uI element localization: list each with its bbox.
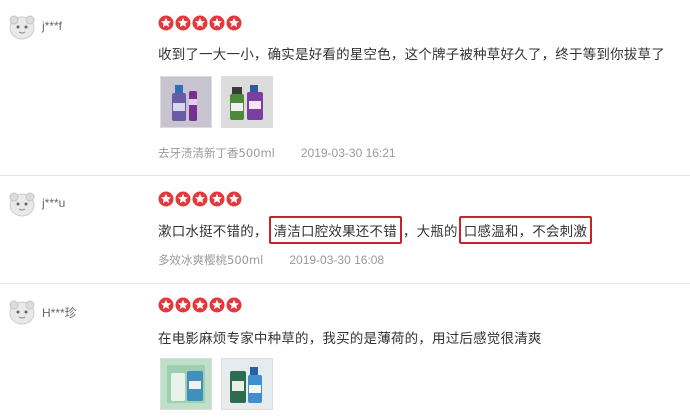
star-icon: [175, 15, 191, 31]
username[interactable]: H***珍: [42, 304, 77, 321]
star-icon: [226, 297, 242, 313]
review-photo[interactable]: [160, 358, 212, 410]
review-photo[interactable]: [221, 358, 273, 410]
username[interactable]: j***f: [42, 19, 62, 33]
review-text-part: 漱口水挺不错的，: [158, 224, 268, 240]
highlighted-phrase: 清洁口腔效果还不错: [268, 216, 402, 244]
highlighted-phrase: 口感温和，不会刺激: [458, 216, 593, 244]
review-date: 2019-03-30 16:21: [300, 146, 396, 160]
rating-stars: [158, 15, 242, 31]
review-item: H***珍 在电影麻烦专家中种草的，我买的是薄荷的，用过后感觉很清爽: [0, 284, 690, 419]
review-meta: 多效冰爽樱桃500ml 2019-03-30 16:08: [158, 252, 384, 268]
avatar[interactable]: [8, 14, 36, 40]
star-icon: [226, 191, 242, 207]
avatar[interactable]: [8, 299, 36, 325]
star-icon: [192, 297, 208, 313]
review-text-part: ，大瓶的: [402, 224, 458, 240]
review-text: 在电影麻烦专家中种草的，我买的是薄荷的，用过后感觉很清爽: [158, 331, 542, 347]
star-icon: [158, 297, 174, 313]
review-item: j***f 收到了一大一小，确实是好看的星空色，这个牌子被种草好久了，终于等到你…: [0, 0, 690, 176]
star-icon: [209, 297, 225, 313]
star-icon: [226, 15, 242, 31]
review-date: 2019-03-30 16:08: [289, 253, 385, 267]
username[interactable]: j***u: [42, 196, 65, 210]
avatar[interactable]: [8, 191, 36, 217]
star-icon: [158, 15, 174, 31]
review-item: j***u 漱口水挺不错的， 清洁口腔效果还不错 ，大瓶的 口感温和，不会刺激 多效冰…: [0, 176, 690, 284]
sku-label: 多效冰爽樱桃500ml: [158, 253, 264, 267]
star-icon: [209, 191, 225, 207]
review-photo[interactable]: [160, 76, 212, 128]
star-icon: [158, 191, 174, 207]
rating-stars: [158, 191, 242, 207]
star-icon: [192, 191, 208, 207]
star-icon: [175, 191, 191, 207]
review-text: 漱口水挺不错的， 清洁口腔效果还不错 ，大瓶的 口感温和，不会刺激: [158, 216, 593, 244]
review-text: 收到了一大一小，确实是好看的星空色，这个牌子被种草好久了，终于等到你拔草了: [158, 47, 665, 63]
review-photo[interactable]: [221, 76, 273, 128]
rating-stars: [158, 297, 242, 313]
star-icon: [175, 297, 191, 313]
sku-label: 去牙渍清新丁香500ml: [158, 146, 275, 160]
star-icon: [209, 15, 225, 31]
star-icon: [192, 15, 208, 31]
review-meta: 去牙渍清新丁香500ml 2019-03-30 16:21: [158, 145, 396, 161]
